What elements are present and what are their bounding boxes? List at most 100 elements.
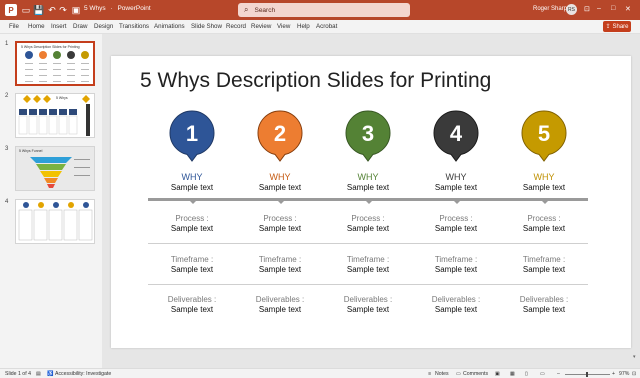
section-divider: [500, 198, 588, 204]
notes-status-icon[interactable]: ▤: [36, 371, 41, 377]
thumbnail-number: 1: [5, 41, 9, 47]
why-badge-2[interactable]: 2: [256, 110, 304, 164]
tab-insert[interactable]: Insert: [51, 23, 66, 30]
thumbnail-number: 3: [5, 146, 9, 152]
slide-thumbnail-3[interactable]: 5 Whys Funnel: [15, 146, 95, 191]
document-title: 5 Whys · PowerPoint: [84, 5, 151, 12]
section-divider: [324, 198, 412, 204]
notes-button[interactable]: Notes: [435, 371, 449, 377]
accessibility-status[interactable]: Accessibility: Investigate: [55, 371, 111, 377]
why-sample-text: Sample text: [522, 183, 566, 192]
minimize-icon[interactable]: –: [597, 5, 601, 12]
timeframe-label: Timeframe :: [346, 255, 390, 264]
scroll-down-icon[interactable]: ▾: [633, 354, 639, 360]
ribbon-display-icon[interactable]: ⊡: [584, 5, 590, 13]
zoom-slider-handle[interactable]: [586, 372, 588, 377]
tab-review[interactable]: Review: [251, 23, 271, 30]
zoom-level[interactable]: 97%: [619, 371, 629, 377]
comments-icon: ▭: [456, 371, 461, 377]
normal-view-icon[interactable]: ▣: [495, 371, 500, 377]
slide-counter: Slide 1 of 4: [5, 371, 31, 377]
slide-thumbnail-4[interactable]: [15, 199, 95, 244]
tab-view[interactable]: View: [277, 23, 290, 30]
redo-icon[interactable]: ↷: [57, 4, 69, 16]
tab-draw[interactable]: Draw: [73, 23, 87, 30]
tab-acrobat[interactable]: Acrobat: [316, 23, 337, 30]
process-text: Sample text: [170, 224, 214, 233]
autosave-icon[interactable]: ▭: [20, 4, 32, 16]
share-label: Share: [612, 23, 629, 30]
user-name[interactable]: Roger Sharp: [533, 6, 567, 12]
process-text: Sample text: [258, 224, 302, 233]
zoom-in-icon[interactable]: +: [612, 371, 615, 377]
why-sample-text: Sample text: [170, 183, 214, 192]
title-bar: P ▭ 💾 ↶ ↷ ▣ 5 Whys · PowerPoint ⌕ Search…: [0, 0, 640, 20]
divider: [236, 284, 324, 285]
why-badge-4[interactable]: 4: [432, 110, 480, 164]
timeframe-text: Sample text: [346, 265, 390, 274]
tab-slide-show[interactable]: Slide Show: [191, 23, 222, 30]
tab-design[interactable]: Design: [94, 23, 113, 30]
tab-animations[interactable]: Animations: [154, 23, 185, 30]
maximize-icon[interactable]: □: [611, 5, 615, 12]
process-label: Process :: [527, 214, 561, 223]
why-label: WHY: [533, 172, 555, 182]
process-label: Process :: [439, 214, 473, 223]
divider: [324, 243, 412, 244]
zoom-out-icon[interactable]: –: [557, 371, 560, 377]
present-icon[interactable]: ▣: [70, 4, 82, 16]
search-icon: ⌕: [244, 5, 249, 14]
why-sample-text: Sample text: [434, 183, 478, 192]
save-icon[interactable]: 💾: [33, 4, 45, 16]
process-text: Sample text: [434, 224, 478, 233]
process-text: Sample text: [522, 224, 566, 233]
deliverables-label: Deliverables :: [431, 295, 481, 304]
why-badge-1[interactable]: 1: [168, 110, 216, 164]
tab-home[interactable]: Home: [28, 23, 45, 30]
deliverables-label: Deliverables :: [343, 295, 393, 304]
deliverables-label: Deliverables :: [519, 295, 569, 304]
slide-show-icon[interactable]: ▭: [540, 371, 545, 377]
process-label: Process :: [351, 214, 385, 223]
slide-thumbnail-1[interactable]: 5 Whys Description Slides for Printing: [15, 41, 95, 86]
comments-button[interactable]: Comments: [463, 371, 488, 377]
tab-help[interactable]: Help: [297, 23, 310, 30]
fit-slide-icon[interactable]: ⊡: [632, 371, 636, 377]
why-badge-5[interactable]: 5: [520, 110, 568, 164]
section-divider: [412, 198, 500, 204]
search-box[interactable]: ⌕ Search: [238, 3, 410, 17]
tab-file[interactable]: File: [9, 23, 19, 30]
deliverables-text: Sample text: [522, 305, 566, 314]
share-button[interactable]: ⇪ Share: [603, 21, 631, 32]
deliverables-label: Deliverables :: [167, 295, 217, 304]
slide-canvas[interactable]: 5 Whys Description Slides for Printing 1…: [111, 56, 631, 348]
slide-sorter-icon[interactable]: ▦: [510, 371, 515, 377]
why-label: WHY: [181, 172, 203, 182]
section-divider: [236, 198, 324, 204]
timeframe-text: Sample text: [522, 265, 566, 274]
tab-transitions[interactable]: Transitions: [119, 23, 149, 30]
vertical-scrollbar[interactable]: ▾: [632, 34, 640, 368]
timeframe-text: Sample text: [258, 265, 302, 274]
document-name: 5 Whys: [84, 5, 106, 12]
reading-view-icon[interactable]: ▯: [525, 371, 528, 377]
why-sample-text: Sample text: [346, 183, 390, 192]
why-number: 5: [538, 121, 550, 146]
close-icon[interactable]: ✕: [625, 5, 631, 13]
thumbnail-preview: [18, 95, 90, 136]
process-label: Process :: [263, 214, 297, 223]
divider: [500, 243, 588, 244]
why-label: WHY: [357, 172, 379, 182]
divider: [412, 284, 500, 285]
tab-record[interactable]: Record: [226, 23, 246, 30]
divider: [236, 243, 324, 244]
ribbon-tabs: File Home Insert Draw Design Transitions…: [0, 20, 640, 34]
slide-title[interactable]: 5 Whys Description Slides for Printing: [140, 69, 491, 93]
timeframe-label: Timeframe :: [522, 255, 566, 264]
why-badge-3[interactable]: 3: [344, 110, 392, 164]
avatar[interactable]: RS: [566, 4, 577, 15]
process-label: Process :: [175, 214, 209, 223]
deliverables-text: Sample text: [346, 305, 390, 314]
powerpoint-logo-icon: P: [5, 4, 17, 16]
slide-thumbnail-2[interactable]: 5 Whys: [15, 93, 95, 138]
